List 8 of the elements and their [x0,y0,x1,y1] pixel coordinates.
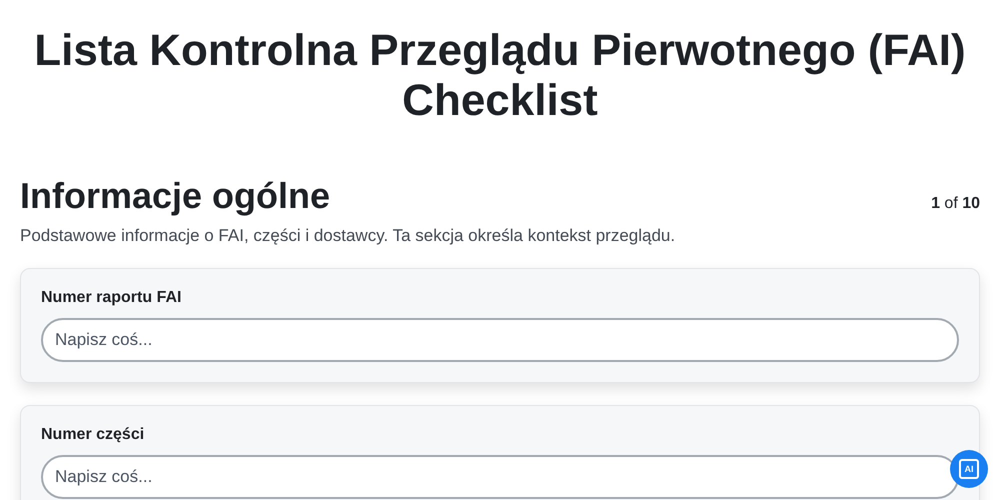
section-description: Podstawowe informacje o FAI, części i dostawcy. Ta sekcja określa kontekst przeglądu. [20,226,676,246]
input-field[interactable]: Napisz coś... [41,455,959,499]
field-label: Numer raportu FAI [41,289,182,307]
field-label: Numer części [41,426,146,444]
input-field[interactable]: Napisz coś... [41,318,959,362]
page-title: Lista Kontrolna Przeglądu Pierwotnego (FAI) Checklist [33,26,967,126]
section-heading: Informacje ogólne [20,174,330,218]
step-counter: 1 of 10 [931,195,980,213]
